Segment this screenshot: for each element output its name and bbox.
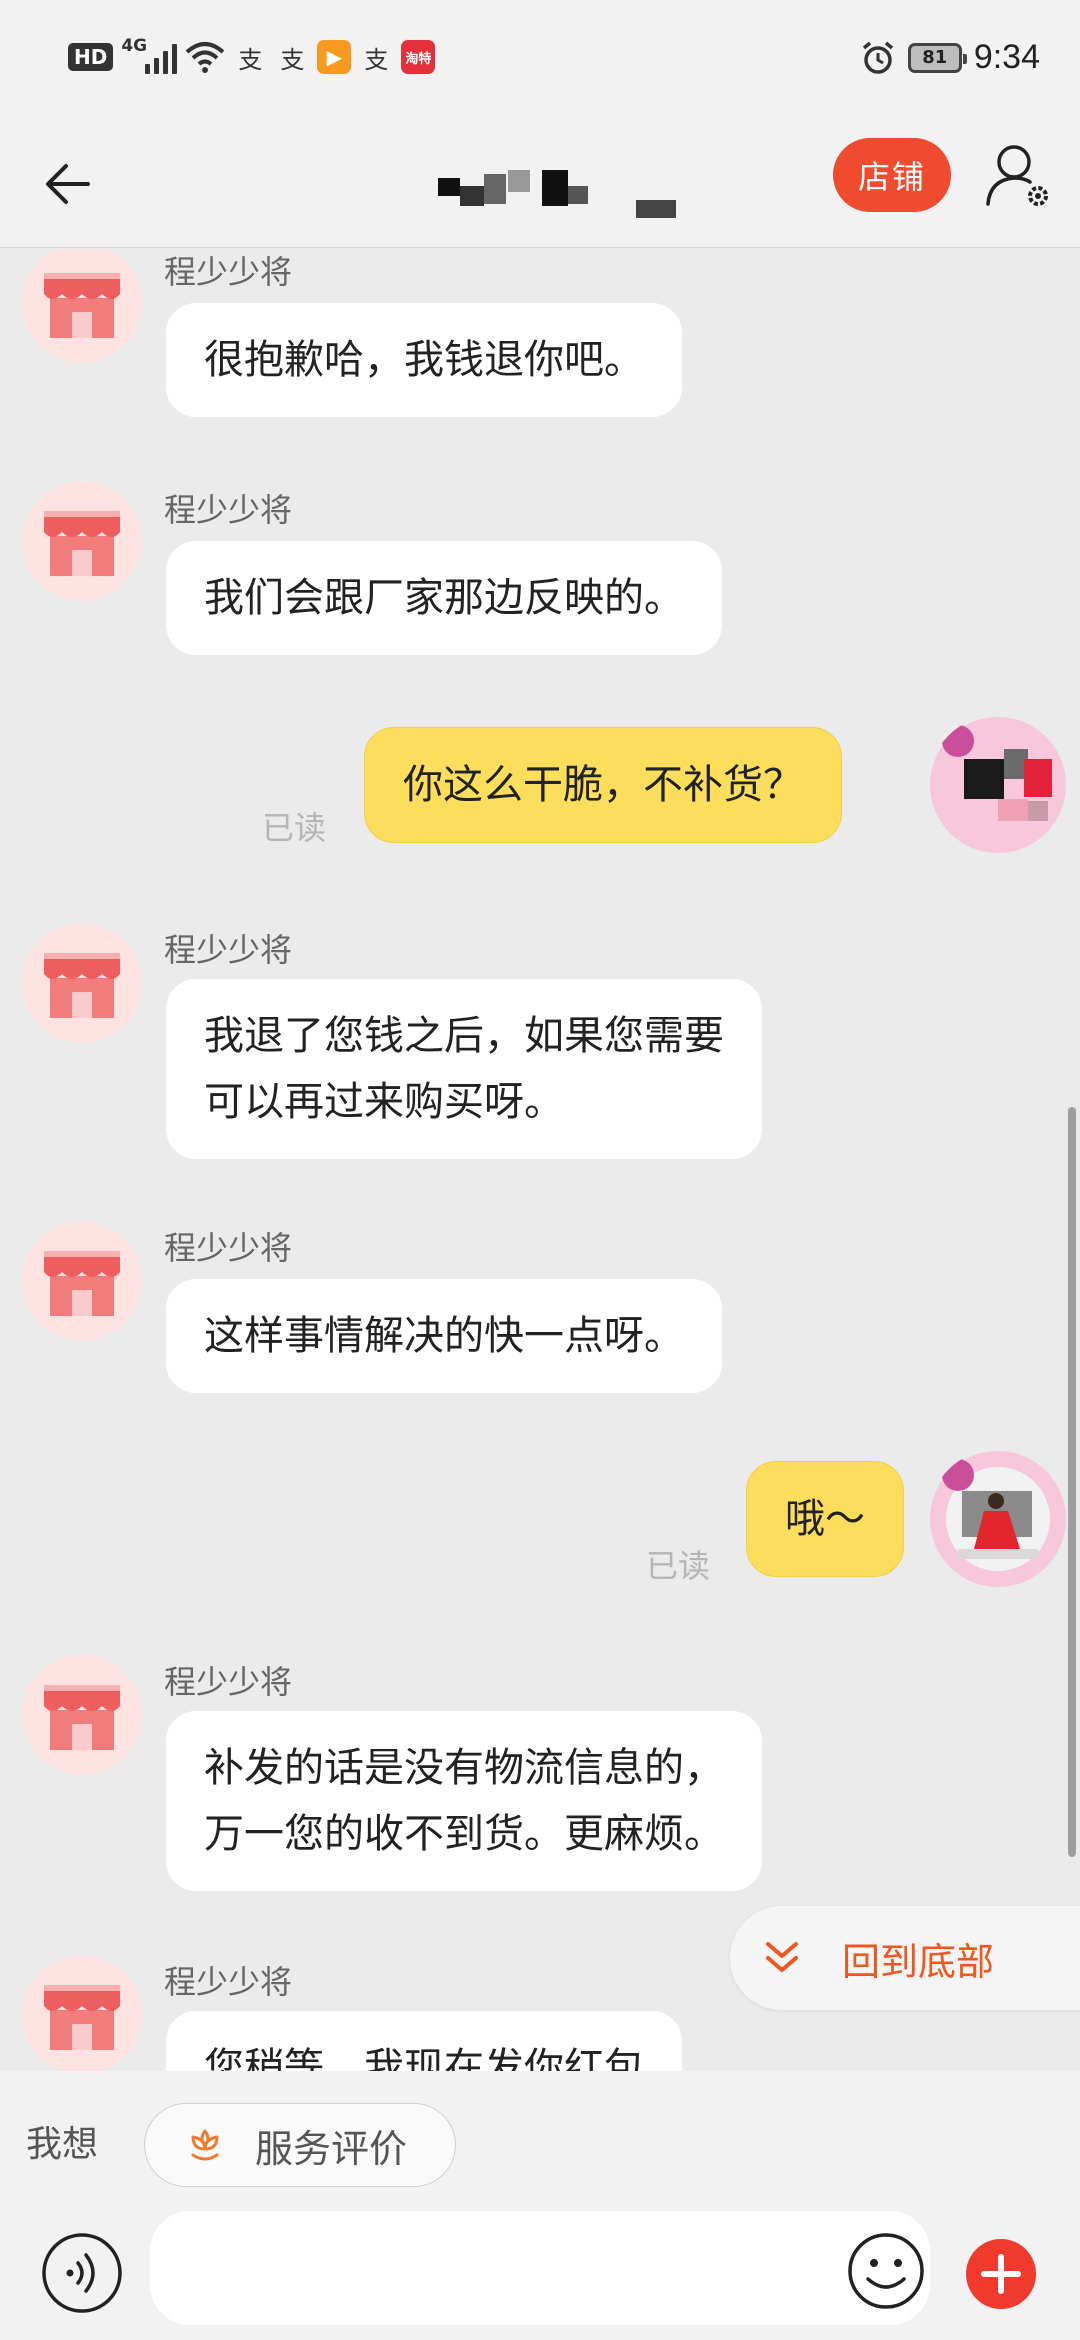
my-avatar-image bbox=[930, 1451, 1066, 1587]
message-bubble[interactable]: 我们会跟厂家那边反映的。 bbox=[166, 541, 722, 655]
back-arrow-icon[interactable] bbox=[36, 148, 108, 220]
message-bubble[interactable]: 这样事情解决的快一点呀。 bbox=[166, 1279, 722, 1393]
sender-name: 程少少将 bbox=[164, 1963, 293, 2001]
wifi-icon bbox=[186, 42, 225, 73]
shop-button[interactable]: 店铺 bbox=[833, 138, 951, 212]
shop-avatar[interactable] bbox=[22, 481, 142, 601]
double-chevron-down-icon bbox=[766, 1942, 798, 1972]
shop-avatar[interactable] bbox=[22, 1221, 142, 1341]
sender-name: 程少少将 bbox=[164, 1663, 293, 1701]
chat-header: 店铺 bbox=[0, 120, 1080, 248]
emoji-icon[interactable] bbox=[846, 2231, 926, 2311]
message-input[interactable] bbox=[150, 2211, 930, 2325]
video-app-notification-icon: ▶ bbox=[317, 40, 352, 74]
sender-name: 程少少将 bbox=[164, 1229, 293, 1267]
taote-notification-icon: 淘特 bbox=[401, 40, 436, 74]
plus-icon[interactable] bbox=[966, 2239, 1036, 2309]
clock: 9:34 bbox=[973, 38, 1040, 76]
back-to-bottom-label: 回到底部 bbox=[842, 1939, 995, 1984]
voice-input-icon[interactable] bbox=[40, 2231, 124, 2315]
shop-storefront-icon bbox=[44, 273, 120, 338]
shop-storefront-icon bbox=[44, 1251, 120, 1316]
message-bubble[interactable]: 我退了您钱之后，如果您需要 可以再过来购买呀。 bbox=[166, 979, 762, 1159]
shop-name-pixelated bbox=[430, 160, 690, 220]
cell-signal-icon: 4G bbox=[121, 36, 178, 74]
message-line: 补发的话是没有物流信息的， bbox=[204, 1745, 724, 1791]
my-message-bubble[interactable]: 哦～ bbox=[746, 1461, 904, 1577]
read-receipt: 已读 bbox=[262, 809, 327, 847]
quick-actions-label: 我想 bbox=[26, 2124, 99, 2165]
back-to-bottom-button[interactable]: 回到底部 bbox=[730, 1906, 1080, 2010]
battery-icon: 81 bbox=[907, 42, 967, 73]
hd-icon: HD bbox=[68, 43, 114, 71]
sender-name: 程少少将 bbox=[164, 253, 293, 291]
my-avatar[interactable] bbox=[928, 1449, 1068, 1589]
network-type: 4G bbox=[121, 36, 148, 56]
message-line: 可以再过来购买呀。 bbox=[204, 1079, 564, 1125]
service-rating-label: 服务评价 bbox=[255, 2126, 408, 2171]
read-receipt: 已读 bbox=[646, 1547, 711, 1585]
message-bubble[interactable]: 补发的话是没有物流信息的， 万一您的收不到货。更麻烦。 bbox=[166, 1711, 762, 1891]
service-rating-chip[interactable]: 服务评价 bbox=[144, 2103, 456, 2187]
shop-avatar[interactable] bbox=[22, 249, 142, 363]
user-settings-icon[interactable] bbox=[984, 140, 1054, 212]
shop-storefront-icon bbox=[44, 953, 120, 1018]
shop-avatar[interactable] bbox=[22, 1655, 142, 1775]
alipay-notification-icon: 支 bbox=[238, 45, 263, 74]
quick-actions-bar: 我想 服务评价 bbox=[0, 2071, 1080, 2211]
shop-storefront-icon bbox=[44, 1685, 120, 1750]
sender-name: 程少少将 bbox=[164, 491, 293, 529]
scrollbar[interactable] bbox=[1068, 1107, 1076, 1857]
shop-avatar[interactable] bbox=[22, 1955, 142, 2071]
shop-storefront-icon bbox=[44, 511, 120, 576]
message-bubble[interactable]: 很抱歉哈，我钱退你吧。 bbox=[166, 303, 682, 417]
sender-name: 程少少将 bbox=[164, 931, 293, 969]
flower-icon bbox=[191, 2129, 219, 2161]
input-bar bbox=[0, 2211, 1080, 2340]
status-bar: HD 4G 支 支 ▶ 支 淘特 81 9:34 bbox=[0, 0, 1080, 120]
shop-storefront-icon bbox=[44, 1985, 120, 2050]
my-avatar-image bbox=[930, 717, 1066, 853]
alipay-notification-icon: 支 bbox=[280, 45, 305, 74]
shop-avatar[interactable] bbox=[22, 923, 142, 1043]
message-bubble[interactable]: 您稍等，我现在发你红包 bbox=[166, 2011, 682, 2071]
my-message-bubble[interactable]: 你这么干脆，不补货？ bbox=[364, 727, 842, 843]
message-line: 我退了您钱之后，如果您需要 bbox=[204, 1013, 724, 1059]
message-line: 万一您的收不到货。更麻烦。 bbox=[204, 1811, 724, 1857]
message-list[interactable]: 程少少将 很抱歉哈，我钱退你吧。 程少少将 我们会跟厂家那边反映的。 已读 你这… bbox=[0, 249, 1080, 2071]
alarm-icon bbox=[862, 41, 893, 74]
alipay-notification-icon: 支 bbox=[364, 45, 389, 74]
my-avatar[interactable] bbox=[928, 715, 1068, 855]
